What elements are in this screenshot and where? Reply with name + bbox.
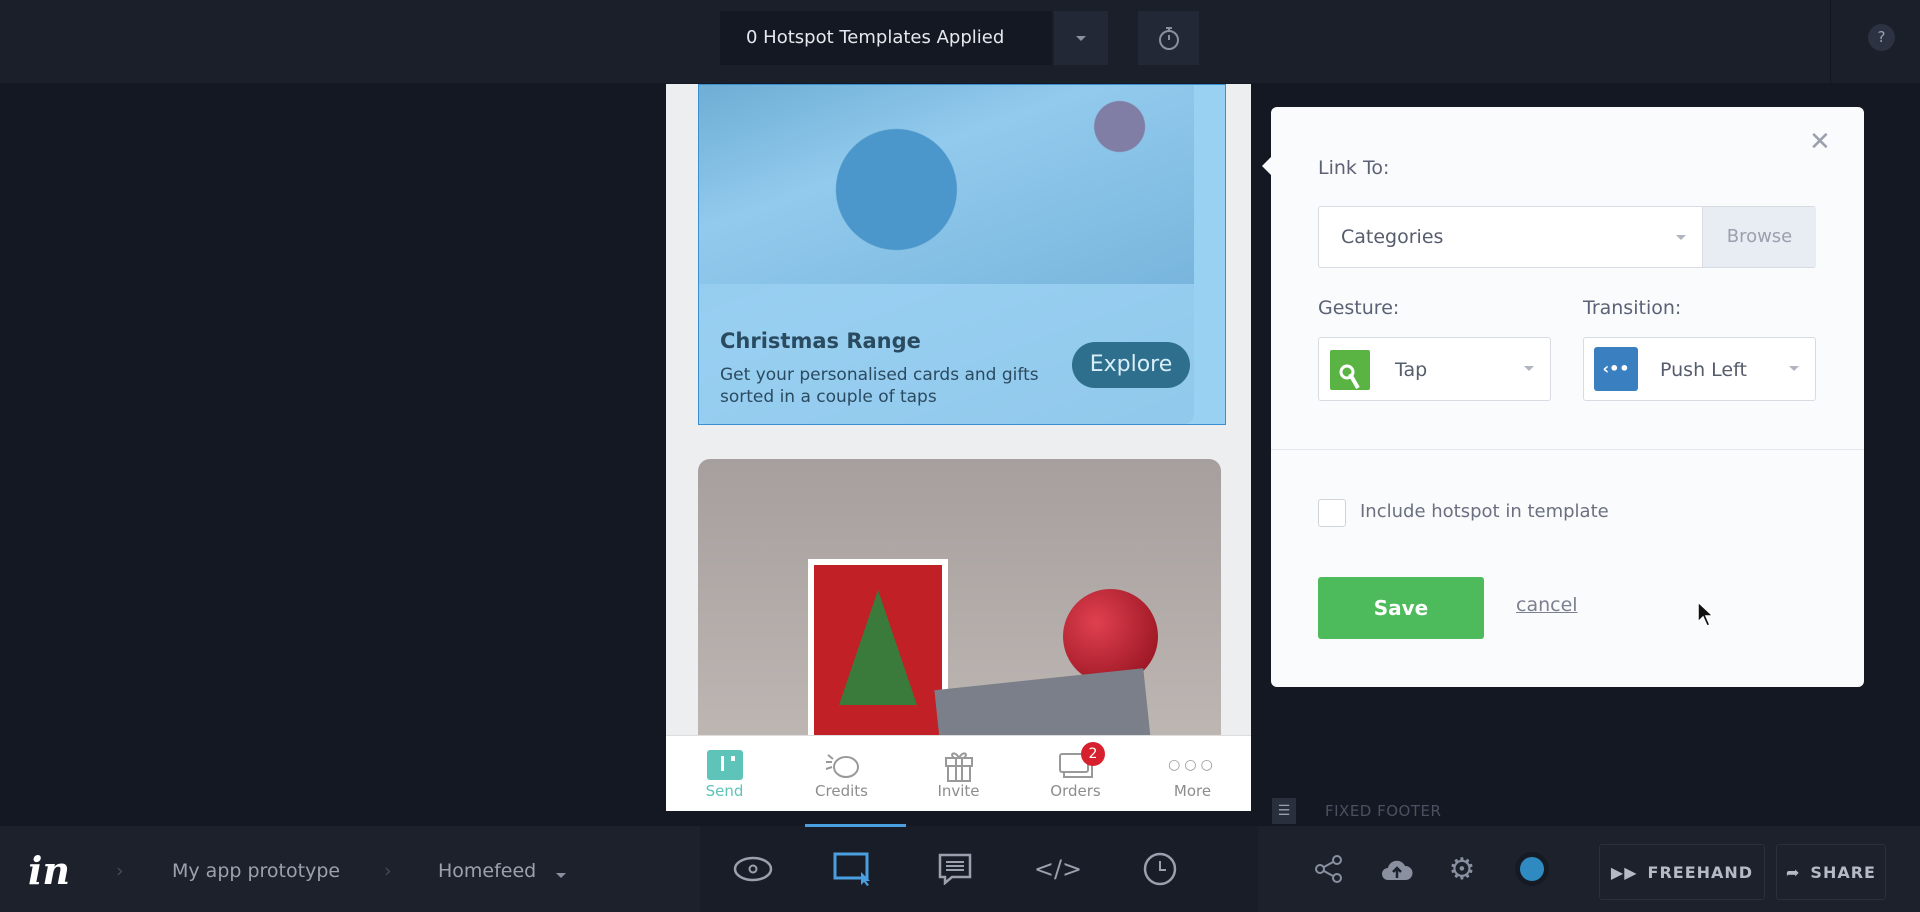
photo-card bbox=[934, 668, 1152, 739]
gear-icon[interactable]: ⚙ bbox=[1439, 846, 1485, 892]
link-to-label: Link To: bbox=[1318, 157, 1390, 179]
tree-icon bbox=[839, 590, 917, 705]
transition-label: Transition: bbox=[1583, 297, 1682, 319]
tab-orders[interactable]: Orders 2 bbox=[1017, 736, 1134, 811]
close-icon[interactable]: ✕ bbox=[1809, 127, 1831, 157]
invision-logo[interactable]: in bbox=[28, 848, 70, 893]
tab-label: Credits bbox=[815, 782, 868, 800]
divider bbox=[1830, 0, 1831, 83]
breadcrumb-screen[interactable]: Homefeed bbox=[438, 860, 536, 882]
share-label: SHARE bbox=[1810, 862, 1876, 882]
gesture-select[interactable]: Tap bbox=[1318, 337, 1551, 401]
tap-icon bbox=[1330, 350, 1370, 390]
freehand-icon: ▶▶ bbox=[1610, 862, 1638, 882]
share-link-button[interactable] bbox=[1306, 846, 1352, 892]
chevron-right-icon: › bbox=[384, 860, 392, 882]
chevron-right-icon: › bbox=[116, 860, 124, 882]
menu-icon[interactable]: ☰ bbox=[1272, 798, 1296, 824]
cancel-link[interactable]: cancel bbox=[1516, 594, 1578, 616]
tab-label: Send bbox=[705, 782, 744, 800]
tab-label: Invite bbox=[937, 782, 980, 800]
card-image bbox=[808, 559, 948, 739]
upload-button[interactable] bbox=[1374, 846, 1420, 892]
chevron-down-icon bbox=[1676, 235, 1686, 240]
tab-label: More bbox=[1173, 782, 1212, 800]
more-icon: ○○○ bbox=[1168, 757, 1217, 773]
active-tool-indicator bbox=[805, 824, 906, 827]
tab-more[interactable]: ○○○ More bbox=[1134, 736, 1251, 811]
browse-button[interactable]: Browse bbox=[1702, 207, 1816, 267]
save-button[interactable]: Save bbox=[1318, 577, 1484, 639]
chevron-down-icon bbox=[1524, 366, 1534, 371]
link-to-value: Categories bbox=[1341, 226, 1444, 248]
transition-select[interactable]: ‹•• Push Left bbox=[1583, 337, 1816, 401]
mouse-cursor-icon bbox=[1697, 600, 1714, 627]
share-arrow-icon: ➦ bbox=[1786, 862, 1801, 882]
christmas-cards-photo bbox=[698, 459, 1221, 739]
hotspot-icon bbox=[833, 852, 870, 886]
history-button[interactable] bbox=[1137, 846, 1183, 892]
status-indicator[interactable] bbox=[1509, 846, 1555, 892]
hotspot-templates-dropdown[interactable]: 0 Hotspot Templates Applied bbox=[720, 11, 1052, 65]
cloud-upload-icon bbox=[1382, 860, 1413, 880]
push-left-icon: ‹•• bbox=[1594, 347, 1638, 391]
hotspot-link-panel: ✕ Link To: Categories Browse Gesture: Tr… bbox=[1262, 107, 1864, 687]
breadcrumb-project[interactable]: My app prototype bbox=[172, 860, 340, 882]
orders-badge: 2 bbox=[1081, 742, 1105, 766]
stopwatch-icon bbox=[1158, 27, 1179, 50]
freehand-label: FREEHAND bbox=[1647, 862, 1754, 882]
include-template-label: Include hotspot in template bbox=[1360, 501, 1609, 522]
transition-value: Push Left bbox=[1660, 359, 1747, 381]
comment-icon bbox=[938, 853, 972, 885]
tab-send[interactable]: Send bbox=[666, 736, 783, 811]
chevron-down-icon bbox=[1076, 35, 1086, 41]
chevron-down-icon bbox=[556, 873, 566, 878]
clock-icon bbox=[1143, 852, 1177, 886]
share-nodes-icon bbox=[1315, 855, 1342, 883]
phone-screen: Christmas Range Get your personalised ca… bbox=[666, 84, 1251, 811]
gesture-value: Tap bbox=[1395, 359, 1428, 381]
tab-invite[interactable]: Invite bbox=[900, 736, 1017, 811]
hotspot-tool-button[interactable] bbox=[830, 846, 876, 892]
preview-button[interactable] bbox=[730, 846, 776, 892]
bauble bbox=[1063, 589, 1158, 684]
code-icon[interactable]: </> bbox=[1034, 846, 1082, 892]
templates-dropdown-toggle[interactable] bbox=[1054, 11, 1108, 65]
card-title: Christmas Range bbox=[720, 329, 921, 353]
link-to-select[interactable]: Categories Browse bbox=[1318, 206, 1816, 268]
app-tab-bar: Send Credits Invite Orders 2 ○○○ More bbox=[666, 735, 1251, 811]
gift-icon bbox=[944, 752, 973, 782]
tab-credits[interactable]: Credits bbox=[783, 736, 900, 811]
chevron-down-icon bbox=[1789, 366, 1799, 371]
explore-button[interactable]: Explore bbox=[1072, 342, 1190, 388]
comment-tool-button[interactable] bbox=[932, 846, 978, 892]
timer-button[interactable] bbox=[1138, 11, 1199, 65]
freehand-button[interactable]: ▶▶ FREEHAND bbox=[1599, 844, 1765, 900]
divider bbox=[1271, 449, 1864, 450]
status-dot-icon bbox=[1520, 857, 1544, 881]
card-description: Get your personalised cards and gifts so… bbox=[720, 365, 1039, 407]
include-template-checkbox[interactable] bbox=[1318, 499, 1346, 527]
eye-icon bbox=[733, 856, 773, 882]
credits-icon bbox=[825, 754, 859, 778]
send-icon bbox=[706, 750, 743, 780]
share-button[interactable]: ➦ SHARE bbox=[1776, 844, 1886, 900]
help-button[interactable]: ? bbox=[1868, 24, 1895, 51]
fixed-footer-label: FIXED FOOTER bbox=[1325, 802, 1442, 820]
tab-label: Orders bbox=[1050, 782, 1101, 800]
gesture-label: Gesture: bbox=[1318, 297, 1400, 319]
